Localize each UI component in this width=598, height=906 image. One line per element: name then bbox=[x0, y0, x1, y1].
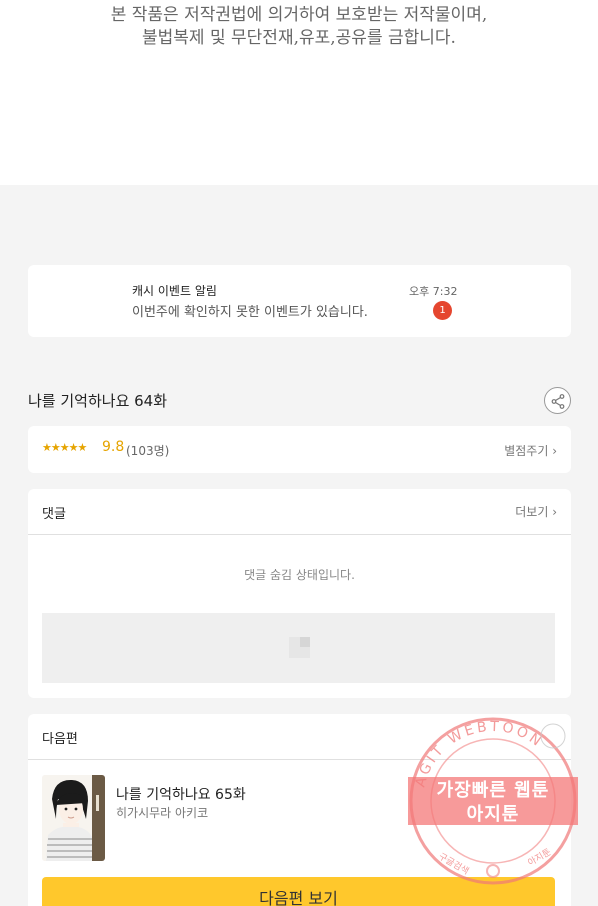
notification-title: 캐시 이벤트 알림 bbox=[132, 284, 217, 298]
copyright-area: 본 작품은 저작권법에 의거하여 보호받는 저작물이며, 불법복제 및 무단전재… bbox=[0, 0, 598, 185]
rate-button[interactable]: 별점주기 › bbox=[504, 442, 557, 459]
watermark-line-2: 아지툰 bbox=[466, 804, 520, 825]
next-episode-author: 히가시무라 아키코 bbox=[116, 806, 209, 820]
next-episode-button[interactable]: 다음편 보기 bbox=[42, 877, 555, 906]
episode-title: 나를 기억하나요 64화 bbox=[28, 392, 168, 410]
next-episode-section-title: 다음편 bbox=[42, 732, 78, 747]
ad-placeholder[interactable] bbox=[42, 613, 555, 683]
rating-score: 9.8 bbox=[102, 439, 125, 455]
notification-message: 이번주에 확인하지 못한 이벤트가 있습니다. bbox=[132, 305, 368, 320]
next-episode-thumbnail[interactable] bbox=[42, 775, 105, 861]
comments-more-link[interactable]: 더보기 › bbox=[515, 503, 557, 520]
comments-divider bbox=[28, 534, 571, 535]
watermark-line-1: 가장빠른 웹툰 bbox=[436, 780, 550, 801]
copyright-line-1: 본 작품은 저작권법에 의거하여 보호받는 저작물이며, bbox=[110, 5, 488, 25]
next-episode-title[interactable]: 나를 기억하나요 65화 bbox=[116, 784, 246, 804]
rating-count: (103명) bbox=[126, 444, 170, 458]
comments-title: 댓글 bbox=[42, 507, 66, 522]
thumbnail-illustration bbox=[42, 775, 105, 861]
copyright-line-2: 불법복제 및 무단전재,유포,공유를 금합니다. bbox=[142, 28, 456, 48]
comments-card: 댓글 더보기 › 댓글 숨김 상태입니다. bbox=[28, 489, 571, 698]
copyright-notice: 본 작품은 저작권법에 의거하여 보호받는 저작물이며, 불법복제 및 무단전재… bbox=[0, 4, 598, 50]
rating-stars: ★★★★★ bbox=[42, 441, 87, 454]
share-button[interactable] bbox=[544, 387, 571, 414]
comments-hidden-message: 댓글 숨김 상태입니다. bbox=[244, 568, 355, 582]
cash-event-notification[interactable]: 캐시 이벤트 알림 이번주에 확인하지 못한 이벤트가 있습니다. 오후 7:3… bbox=[28, 265, 571, 337]
rating-card: ★★★★★ 9.8 (103명) 별점주기 › bbox=[28, 426, 571, 473]
notification-badge: 1 bbox=[433, 301, 452, 320]
image-placeholder-icon bbox=[289, 637, 310, 658]
next-episode-divider bbox=[28, 759, 571, 760]
share-icon bbox=[551, 394, 565, 409]
notification-time: 오후 7:32 bbox=[409, 285, 458, 298]
